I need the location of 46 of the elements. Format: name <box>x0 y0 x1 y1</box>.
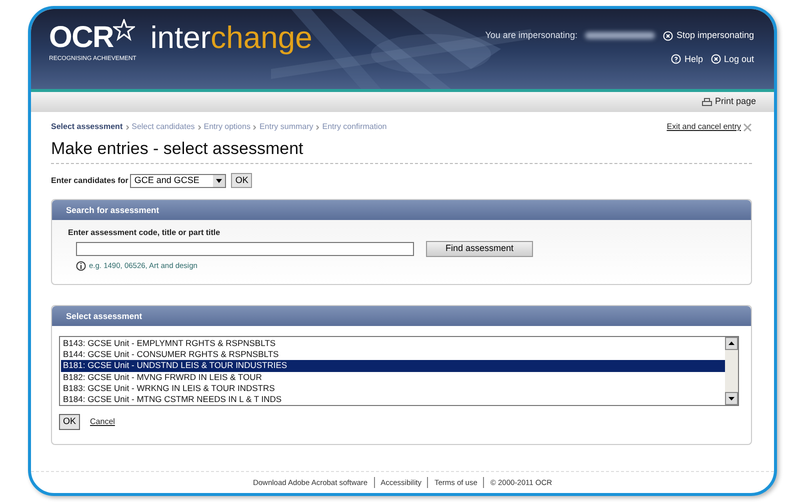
assessment-option[interactable]: B182: GCSE Unit - MVNG FRWRD IN LEIS & TOUR <box>61 372 725 383</box>
close-icon <box>663 30 674 41</box>
assessment-option[interactable]: B184: GCSE Unit - MTNG CSTMR NEEDS IN L & T INDS <box>61 394 725 406</box>
print-page-link[interactable]: Print page <box>702 95 756 109</box>
assessment-option[interactable]: B143: GCSE Unit - EMPLYMNT RGHTS & RSPNSBLTS <box>61 338 725 350</box>
assessment-option[interactable]: B183: GCSE Unit - WRKNG IN LEIS & TOUR INDSTRS <box>61 382 725 394</box>
assessment-listbox[interactable] <box>59 336 739 406</box>
breadcrumb-step: Entry options <box>204 121 250 133</box>
redacted-name <box>585 32 656 40</box>
field-label: Enter candidates for <box>51 174 128 186</box>
breadcrumb-step: Select candidates <box>132 121 195 133</box>
breadcrumb-step: Select assessment <box>51 121 123 133</box>
impersonating-label: You are impersonating: <box>485 29 578 42</box>
panel-heading: Search for assessment <box>52 200 751 220</box>
search-field[interactable] <box>76 242 414 256</box>
scrollbar[interactable] <box>725 337 738 405</box>
scroll-up-icon[interactable] <box>725 337 738 350</box>
star-icon <box>113 19 136 41</box>
cancel-link[interactable]: Cancel <box>90 416 115 428</box>
ok-button[interactable]: OK <box>59 414 80 430</box>
assessment-option[interactable]: B144: GCSE Unit - CONSUMER RGHTS & RSPNSBLTS <box>61 349 725 360</box>
chevron-icon <box>316 124 320 130</box>
chevron-icon <box>126 124 129 130</box>
scroll-down-icon[interactable] <box>725 392 738 405</box>
stop-impersonating-link[interactable]: Stop impersonating <box>663 29 754 42</box>
log-out-link[interactable]: Log out <box>710 52 754 66</box>
help-icon <box>671 54 682 64</box>
close-icon <box>743 122 752 132</box>
qualification-dropdown[interactable]: GCE and GCSE <box>130 174 226 188</box>
ok-button[interactable]: OK <box>231 173 252 188</box>
chevron-icon <box>253 124 256 130</box>
field-label: Enter assessment code, title or part title <box>68 227 222 239</box>
page-title: Make entries - select assessment <box>51 139 304 159</box>
find-assessment-button[interactable]: Find assessment <box>426 241 533 257</box>
chevron-icon <box>198 124 201 130</box>
close-icon <box>710 54 721 64</box>
assessment-option[interactable]: B181: GCSE Unit - UNDSTND LEIS & TOUR INDUSTRIES <box>61 360 725 372</box>
brand-name: interchange <box>150 21 312 55</box>
panel-heading: Select assessment <box>52 306 751 326</box>
breadcrumb-step: Entry summary <box>259 121 314 133</box>
breadcrumb-step: Entry confirmation <box>322 121 387 133</box>
logo: OCR <box>49 23 114 53</box>
exit-link[interactable]: Exit and cancel entry <box>666 121 741 133</box>
info-icon <box>76 260 86 271</box>
help-link[interactable]: Help <box>671 52 703 66</box>
printer-icon <box>702 98 712 106</box>
